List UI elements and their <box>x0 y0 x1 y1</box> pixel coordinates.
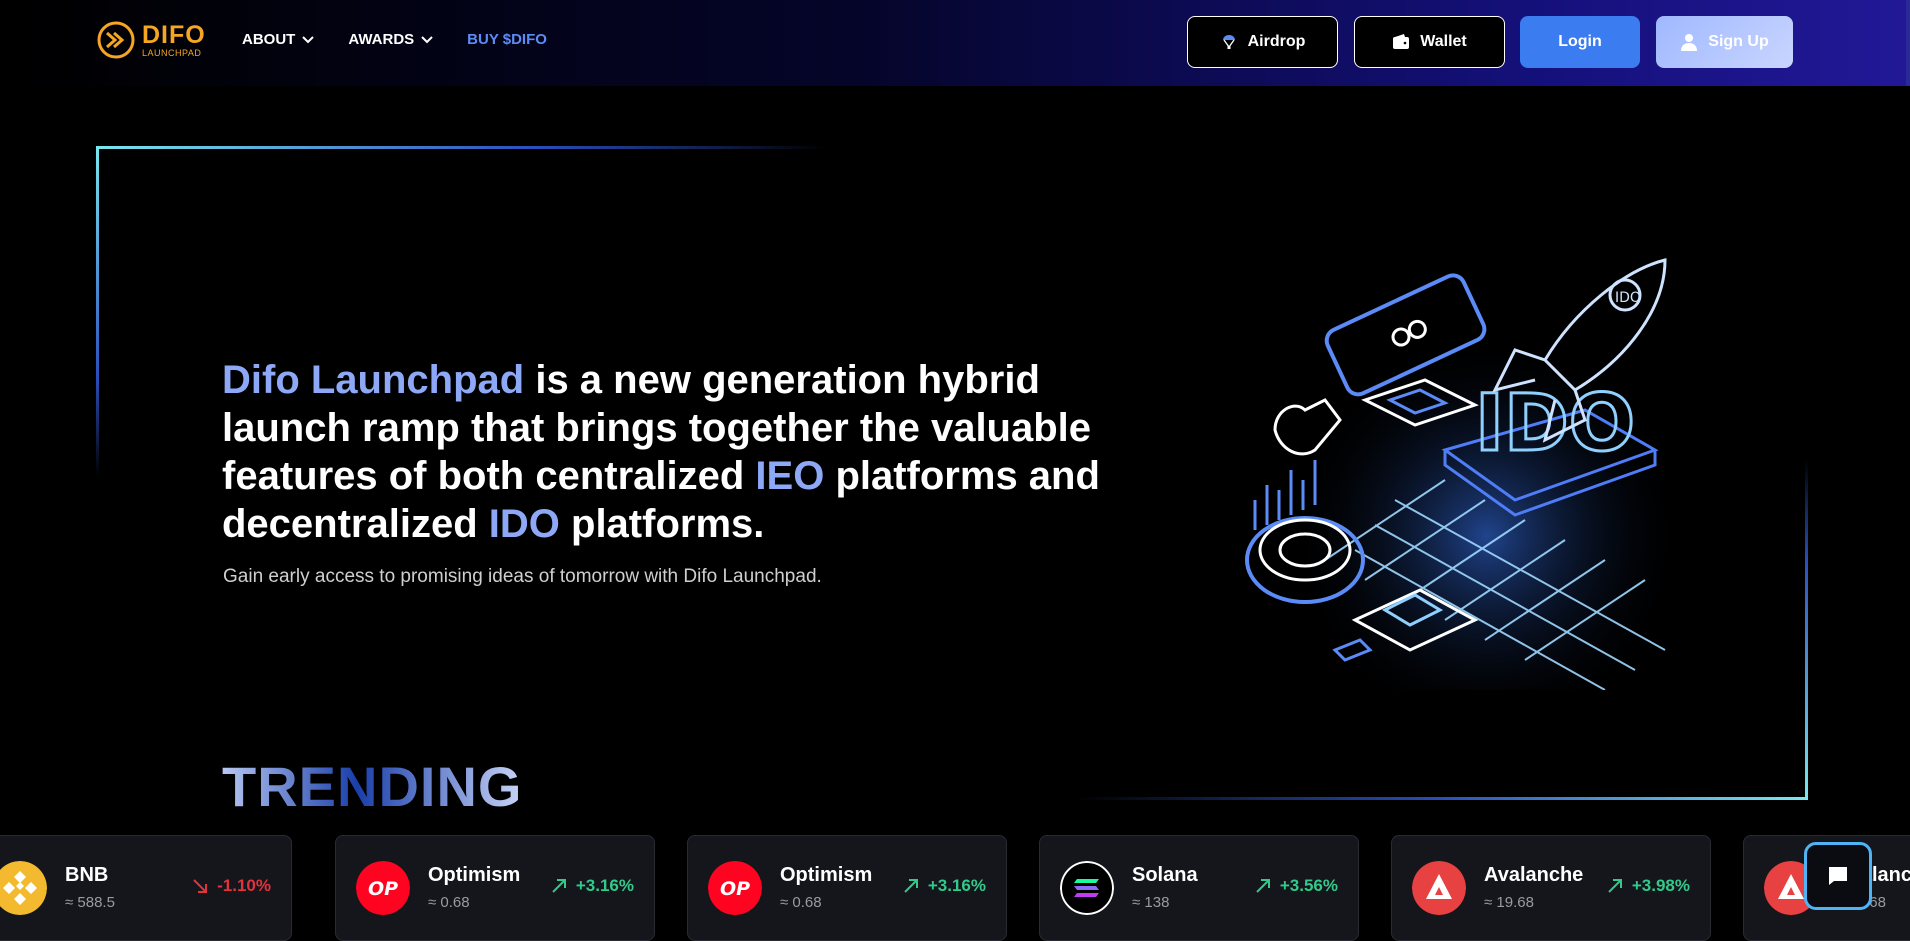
svg-text:OP: OP <box>720 878 750 900</box>
coin-name: Optimism <box>780 864 873 886</box>
difo-logo-icon <box>97 21 135 59</box>
coin-card-optimism[interactable]: OP Optimism ≈ 0.68 +3.16% <box>687 835 1007 941</box>
chevron-down-icon <box>421 35 433 43</box>
optimism-icon: OP <box>356 861 410 915</box>
hero-frame-top <box>96 146 826 149</box>
ido-illustration: IDO IDO <box>1245 250 1685 690</box>
solana-icon <box>1060 861 1114 915</box>
coin-change-value: +3.16% <box>575 876 634 895</box>
hero-frame-left <box>96 146 99 476</box>
logo-subtitle: LAUNCHPAD <box>142 47 202 58</box>
wallet-label: Wallet <box>1420 33 1467 50</box>
bnb-icon <box>0 861 47 915</box>
coin-card-bnb[interactable]: BNB ≈ 588.5 -1.10% <box>0 835 292 941</box>
hero-frame-bottom <box>1075 797 1808 800</box>
coin-name: Optimism <box>428 864 521 886</box>
arrow-up-right-icon <box>1608 879 1622 893</box>
coin-change-value: +3.16% <box>927 876 986 895</box>
coin-name: Solana <box>1132 864 1198 886</box>
user-icon <box>1681 34 1698 51</box>
wallet-button[interactable]: Wallet <box>1354 16 1505 68</box>
arrow-up-right-icon <box>1256 879 1270 893</box>
difo-logo[interactable]: DIFO LAUNCHPAD <box>96 20 206 60</box>
nav-buy-difo[interactable]: BUY $DIFO <box>467 31 547 48</box>
coin-card-solana[interactable]: Solana ≈ 138 +3.56% <box>1039 835 1359 941</box>
nav-about-label: ABOUT <box>242 31 296 48</box>
hero-subtitle: Gain early access to promising ideas of … <box>223 566 822 587</box>
logo-title: DIFO <box>142 20 206 49</box>
coin-card-avalanche[interactable]: Avalanche ≈ 19.68 +3.98% <box>1391 835 1711 941</box>
arrow-down-right-icon <box>193 879 208 893</box>
rocket-ido-label: IDO <box>1615 290 1641 306</box>
login-button[interactable]: Login <box>1520 16 1640 68</box>
airdrop-label: Airdrop <box>1247 33 1306 50</box>
headline-brand: Difo Launchpad <box>222 358 525 402</box>
coin-price: ≈ 588.5 <box>65 894 115 911</box>
trending-title: TRENDING <box>222 755 523 818</box>
coin-change: +3.16% <box>550 876 634 896</box>
site-header: DIFO LAUNCHPAD ABOUT AWARDS BUY $DIFO Ai… <box>0 0 1910 86</box>
coin-change: +3.16% <box>902 876 986 896</box>
wallet-icon <box>1393 34 1410 49</box>
nav-buy-difo-label: BUY $DIFO <box>467 31 547 48</box>
login-label: Login <box>1558 33 1602 50</box>
coin-change-value: -1.10% <box>217 876 271 895</box>
nav-about[interactable]: ABOUT <box>242 31 315 48</box>
coin-change: +3.98% <box>1606 876 1690 896</box>
chevron-down-icon <box>302 35 315 43</box>
coin-name: Avalanche <box>1484 864 1584 886</box>
chat-icon <box>1829 867 1847 885</box>
arrow-up-right-icon <box>552 879 566 893</box>
nav-awards-label: AWARDS <box>348 31 415 48</box>
coin-card-optimism[interactable]: OP Optimism ≈ 0.68 +3.16% <box>335 835 655 941</box>
sign-up-button[interactable]: Sign Up <box>1656 16 1793 68</box>
coin-price: ≈ 0.68 <box>780 894 822 911</box>
scrollbar[interactable] <box>1906 0 1910 86</box>
avalanche-icon <box>1412 861 1466 915</box>
arrow-up-right-icon <box>904 879 918 893</box>
airdrop-button[interactable]: Airdrop <box>1187 16 1338 68</box>
coin-price: ≈ 19.68 <box>1484 894 1534 911</box>
svg-text:OP: OP <box>368 878 398 900</box>
nav-awards[interactable]: AWARDS <box>348 31 433 48</box>
ido-label: IDO <box>1475 379 1635 469</box>
optimism-icon: OP <box>708 861 762 915</box>
coin-change-value: +3.56% <box>1279 876 1338 895</box>
coin-change-value: +3.98% <box>1631 876 1690 895</box>
coin-change: +3.56% <box>1254 876 1338 896</box>
hero-frame-right <box>1805 460 1808 800</box>
coin-price: ≈ 0.68 <box>428 894 470 911</box>
headline-part-3: platforms. <box>559 502 765 546</box>
main-nav: ABOUT AWARDS BUY $DIFO <box>242 31 547 48</box>
hero-headline: Difo Launchpad is a new generation hybri… <box>222 356 1122 548</box>
chat-button[interactable] <box>1804 842 1872 910</box>
sign-up-label: Sign Up <box>1708 33 1769 50</box>
coin-name: BNB <box>65 864 109 886</box>
headline-ieo: IEO <box>755 454 825 498</box>
coin-change: -1.10% <box>191 876 271 896</box>
coin-price: ≈ 138 <box>1132 894 1170 911</box>
airdrop-icon <box>1222 35 1235 49</box>
headline-ido: IDO <box>488 502 560 546</box>
